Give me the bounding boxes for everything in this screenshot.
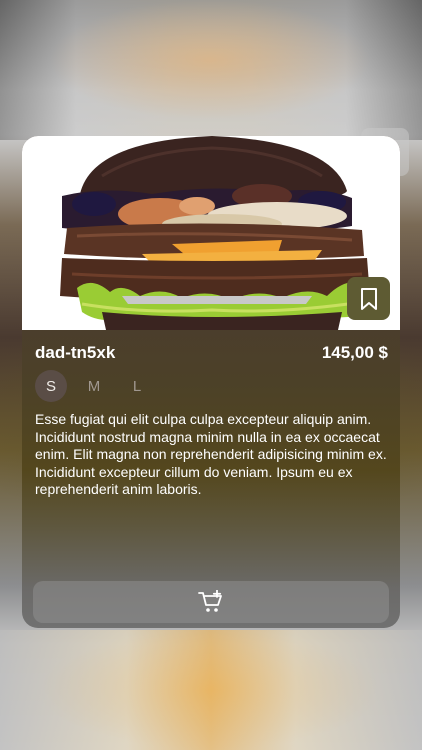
cart-add-icon [198, 590, 222, 612]
size-option-l[interactable]: L [121, 370, 153, 402]
burger-illustration [60, 136, 370, 330]
product-price: 145,00 $ [321, 343, 388, 362]
blurred-background-top [0, 0, 422, 140]
product-title: dad-tn5xk [35, 343, 116, 362]
product-image [22, 136, 400, 330]
product-card: dad-tn5xk 145,00 $ S M L Esse fugiat qui… [22, 136, 400, 628]
bookmark-button[interactable] [347, 277, 390, 320]
size-option-s[interactable]: S [35, 370, 67, 402]
size-option-m[interactable]: M [78, 370, 110, 402]
size-selector: S M L [35, 370, 164, 402]
bookmark-icon [360, 287, 377, 310]
blurred-background-bottom [0, 630, 422, 750]
add-to-cart-button[interactable] [33, 581, 389, 623]
product-description: Esse fugiat qui elit culpa culpa excepte… [35, 411, 387, 497]
